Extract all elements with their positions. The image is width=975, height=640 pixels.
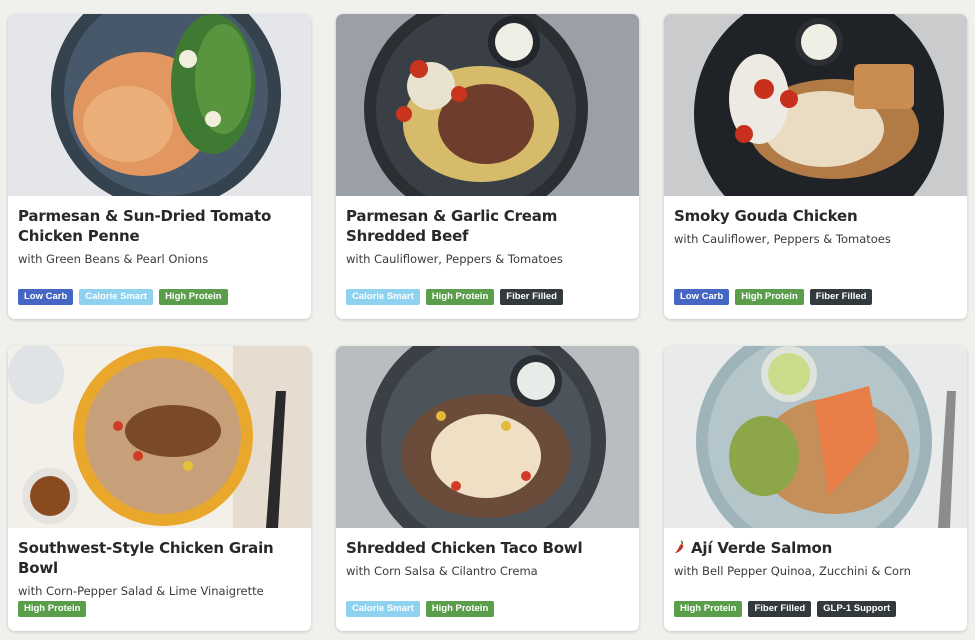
calorie-smart-badge: Calorie Smart [346, 289, 420, 305]
high-protein-badge: High Protein [425, 601, 495, 617]
meal-subtitle: with Green Beans & Pearl Onions [18, 252, 209, 266]
badge-list: Calorie Smart High Protein Fiber Filled [346, 289, 563, 305]
high-protein-badge: High Protein [159, 289, 228, 305]
badge-list: Calorie Smart High Protein [346, 601, 495, 617]
high-protein-badge: High Protein [674, 601, 743, 617]
meal-card[interactable]: Smoky Gouda Chicken with Cauliflower, Pe… [664, 14, 967, 319]
meal-card[interactable]: Ají Verde Salmon with Bell Pepper Quinoa… [664, 346, 967, 631]
badge-list: High Protein Fiber Filled GLP-1 Support [674, 601, 897, 617]
meal-photo [664, 346, 967, 528]
fiber-filled-badge: Fiber Filled [500, 289, 563, 305]
meal-title: Parmesan & Garlic Cream Shredded Beef [346, 207, 558, 245]
meal-card[interactable]: Southwest-Style Chicken Grain Bowl with … [8, 346, 311, 631]
fiber-filled-badge: Fiber Filled [748, 601, 812, 617]
meal-card[interactable]: Shredded Chicken Taco Bowl with Corn Sal… [336, 346, 639, 631]
meal-subtitle: with Cauliflower, Peppers & Tomatoes [346, 252, 563, 266]
meal-title: Southwest-Style Chicken Grain Bowl [18, 539, 274, 577]
low-carb-badge: Low Carb [18, 289, 74, 305]
fiber-filled-badge: Fiber Filled [809, 289, 873, 305]
meal-photo [8, 14, 311, 196]
meal-title: Shredded Chicken Taco Bowl [346, 539, 583, 557]
meal-subtitle: with Corn Salsa & Cilantro Crema [346, 564, 538, 578]
calorie-smart-badge: Calorie Smart [79, 289, 154, 305]
high-protein-badge: High Protein [18, 601, 87, 617]
meal-card[interactable]: Parmesan & Garlic Cream Shredded Beef wi… [336, 14, 639, 319]
meal-photo [664, 14, 967, 196]
meal-title: Ají Verde Salmon [674, 538, 957, 558]
high-protein-badge: High Protein [425, 289, 495, 305]
meal-photo [8, 346, 311, 528]
badge-list: Low Carb Calorie Smart High Protein [18, 289, 228, 305]
badge-list: Low Carb High Protein Fiber Filled [674, 289, 873, 305]
meal-photo [336, 14, 639, 196]
meal-subtitle: with Bell Pepper Quinoa, Zucchini & Corn [674, 564, 911, 578]
meal-photo [336, 346, 639, 528]
low-carb-badge: Low Carb [674, 289, 730, 305]
badge-list: High Protein [18, 601, 87, 617]
meal-title: Smoky Gouda Chicken [674, 207, 858, 225]
glp1-support-badge: GLP-1 Support [817, 601, 897, 617]
calorie-smart-badge: Calorie Smart [346, 601, 420, 617]
meal-title: Parmesan & Sun-Dried Tomato Chicken Penn… [18, 207, 272, 245]
meal-subtitle: with Cauliflower, Peppers & Tomatoes [674, 232, 891, 246]
meal-card[interactable]: Parmesan & Sun-Dried Tomato Chicken Penn… [8, 14, 311, 319]
meal-subtitle: with Corn-Pepper Salad & Lime Vinaigrett… [18, 584, 264, 598]
meal-title-text: Ají Verde Salmon [691, 539, 833, 557]
chili-pepper-icon [675, 540, 684, 553]
high-protein-badge: High Protein [735, 289, 804, 305]
